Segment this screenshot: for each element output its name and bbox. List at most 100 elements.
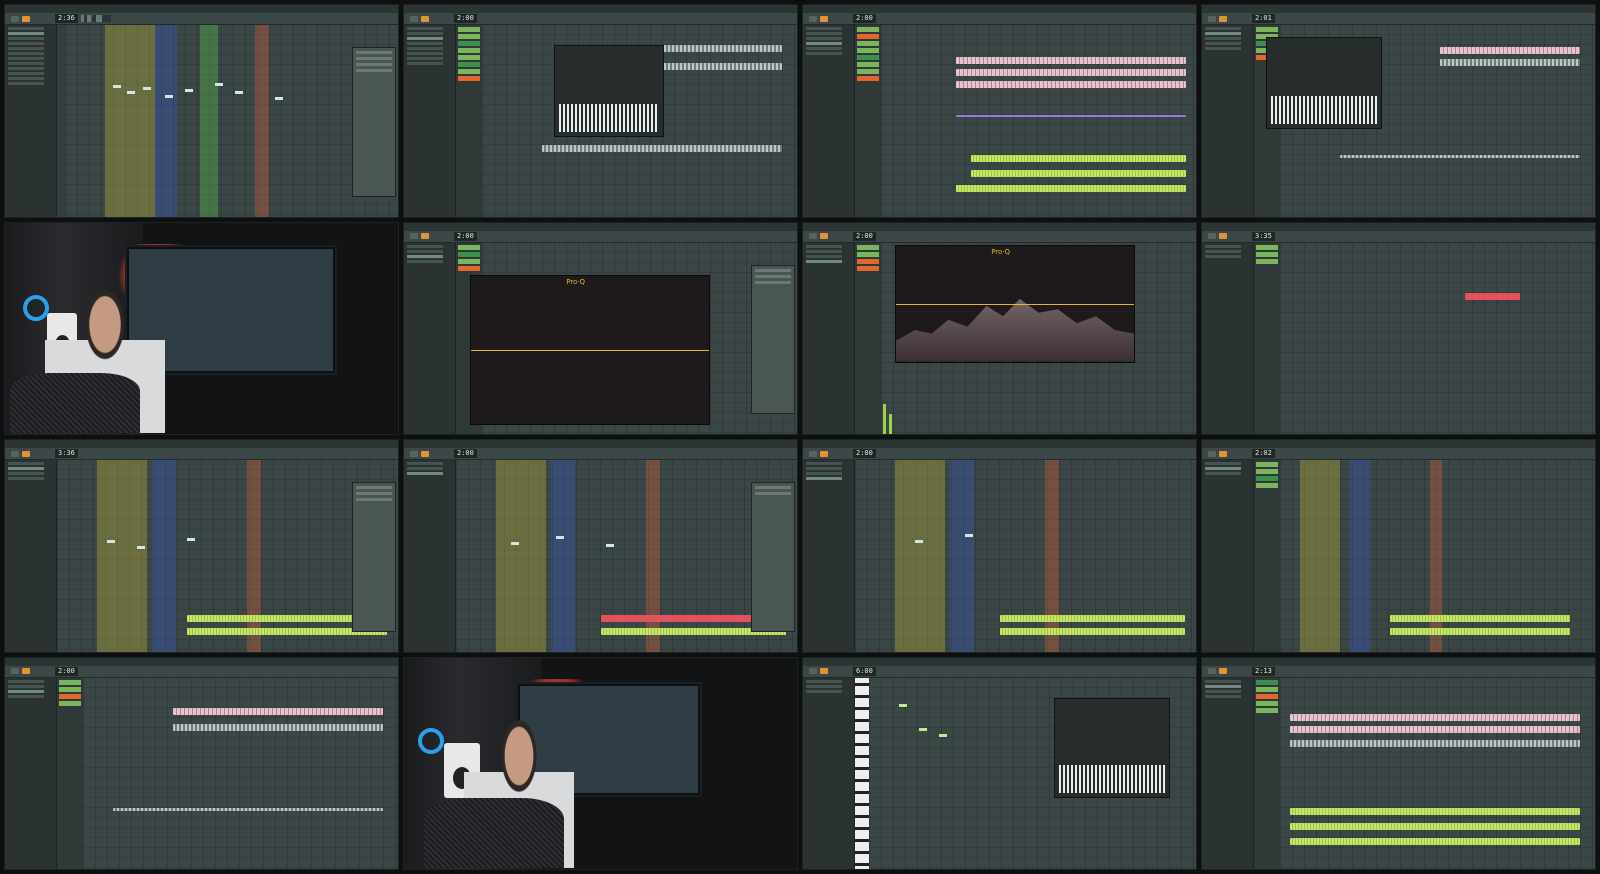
play-button[interactable] bbox=[809, 233, 817, 239]
browser-panel[interactable] bbox=[1202, 25, 1254, 217]
tile-16-daw-playlist: 2:13 bbox=[1201, 656, 1596, 870]
channel-rack[interactable] bbox=[1254, 242, 1280, 434]
record-button[interactable] bbox=[421, 15, 429, 22]
record-button[interactable] bbox=[421, 450, 429, 457]
piano-roll[interactable] bbox=[57, 460, 398, 652]
record-button[interactable] bbox=[1219, 15, 1227, 22]
title-bar bbox=[5, 440, 398, 448]
toolbar: 2:36 bbox=[5, 13, 398, 25]
toolbar: 3:35 bbox=[1202, 230, 1595, 243]
play-button[interactable] bbox=[410, 15, 418, 22]
toolbar: 2:00 bbox=[803, 230, 1196, 243]
play-button[interactable] bbox=[410, 450, 418, 457]
play-button[interactable] bbox=[11, 15, 19, 22]
mixer-panel[interactable] bbox=[352, 47, 396, 197]
song-time: 2:00 bbox=[853, 231, 876, 241]
browser-panel[interactable] bbox=[803, 25, 855, 217]
record-button[interactable] bbox=[22, 450, 30, 457]
song-time: 6:00 bbox=[853, 666, 876, 676]
browser-panel[interactable] bbox=[5, 677, 57, 869]
eq-logo: Pro·Q bbox=[991, 247, 1011, 256]
piano-keyboard[interactable] bbox=[855, 677, 869, 869]
browser-panel[interactable] bbox=[1202, 242, 1254, 434]
tile-1-daw-piano-roll: 2:36 bbox=[4, 4, 399, 218]
eq-logo: Pro·Q bbox=[566, 277, 586, 286]
song-time: 2:00 bbox=[454, 449, 477, 458]
tile-13-daw-playlist: 2:00 bbox=[4, 656, 399, 870]
channel-rack[interactable] bbox=[456, 25, 482, 217]
play-button[interactable] bbox=[1208, 450, 1216, 457]
browser-panel[interactable] bbox=[1202, 460, 1254, 652]
playlist[interactable] bbox=[83, 677, 398, 869]
toolbar: 2:00 bbox=[404, 13, 797, 25]
piano-roll[interactable] bbox=[1280, 460, 1595, 652]
title-bar bbox=[803, 657, 1196, 666]
piano-roll[interactable] bbox=[869, 677, 1196, 869]
play-button[interactable] bbox=[410, 233, 418, 239]
play-button[interactable] bbox=[1208, 668, 1216, 674]
play-button[interactable] bbox=[809, 668, 817, 674]
channel-rack[interactable] bbox=[57, 677, 83, 869]
channel-rack[interactable] bbox=[1254, 677, 1280, 869]
mixer-panel[interactable] bbox=[751, 482, 795, 632]
record-button[interactable] bbox=[22, 668, 30, 674]
play-button[interactable] bbox=[1208, 233, 1216, 239]
browser-panel[interactable] bbox=[803, 460, 855, 652]
piano-roll[interactable] bbox=[855, 460, 1196, 652]
playlist[interactable] bbox=[1266, 25, 1595, 217]
browser-panel[interactable] bbox=[5, 25, 57, 217]
title-bar bbox=[1202, 440, 1595, 448]
record-button[interactable] bbox=[1219, 450, 1227, 457]
synth-plugin-window[interactable] bbox=[1054, 697, 1170, 798]
browser-panel[interactable] bbox=[803, 677, 855, 869]
playlist[interactable] bbox=[1280, 242, 1595, 434]
browser-panel[interactable] bbox=[5, 460, 57, 652]
piano-roll[interactable] bbox=[65, 25, 398, 217]
playlist[interactable] bbox=[1280, 677, 1595, 869]
browser-panel[interactable] bbox=[803, 242, 855, 434]
play-button[interactable] bbox=[11, 450, 19, 457]
song-time: 2:00 bbox=[454, 231, 477, 241]
chair bbox=[424, 797, 564, 868]
record-button[interactable] bbox=[820, 233, 828, 239]
browser-panel[interactable] bbox=[1202, 677, 1254, 869]
playlist[interactable]: Pro·Q bbox=[470, 242, 797, 434]
toolbar: 2:00 bbox=[803, 448, 1196, 460]
playlist[interactable]: Pro·Q bbox=[881, 242, 1196, 434]
record-button[interactable] bbox=[421, 233, 429, 239]
mixer-panel[interactable] bbox=[751, 264, 795, 414]
browser-panel[interactable] bbox=[404, 242, 456, 434]
toolbar: 2:00 bbox=[803, 13, 1196, 25]
play-button[interactable] bbox=[11, 668, 19, 674]
piano-roll[interactable] bbox=[456, 460, 797, 652]
record-button[interactable] bbox=[820, 450, 828, 457]
synth-plugin-window[interactable] bbox=[554, 45, 664, 137]
browser-panel[interactable] bbox=[404, 460, 456, 652]
mixer-panel[interactable] bbox=[352, 482, 396, 632]
browser-panel[interactable] bbox=[404, 25, 456, 217]
eq-plugin-window[interactable]: Pro·Q bbox=[895, 244, 1135, 363]
record-button[interactable] bbox=[820, 15, 828, 22]
synth-plugin-window[interactable] bbox=[1266, 37, 1382, 129]
title-bar bbox=[404, 440, 797, 448]
play-button[interactable] bbox=[1208, 15, 1216, 22]
record-button[interactable] bbox=[820, 668, 828, 674]
playlist[interactable] bbox=[881, 25, 1196, 217]
title-bar bbox=[1202, 222, 1595, 231]
record-button[interactable] bbox=[22, 15, 30, 22]
channel-rack[interactable] bbox=[855, 242, 881, 434]
channel-rack[interactable] bbox=[855, 25, 881, 217]
brand-logo-icon bbox=[23, 294, 49, 321]
playlist[interactable] bbox=[482, 25, 797, 217]
eq-plugin-window[interactable]: Pro·Q bbox=[470, 274, 710, 425]
toolbar: 2:00 bbox=[404, 230, 797, 243]
record-button[interactable] bbox=[1219, 233, 1227, 239]
play-button[interactable] bbox=[809, 450, 817, 457]
record-button[interactable] bbox=[1219, 668, 1227, 674]
channel-rack[interactable] bbox=[1254, 460, 1280, 652]
tile-2-daw-playlist: 2:00 bbox=[403, 4, 798, 218]
song-time: 2:00 bbox=[853, 449, 876, 458]
tile-4-daw-playlist: 2:01 bbox=[1201, 4, 1596, 218]
song-time: 3:36 bbox=[55, 449, 78, 458]
play-button[interactable] bbox=[809, 15, 817, 22]
